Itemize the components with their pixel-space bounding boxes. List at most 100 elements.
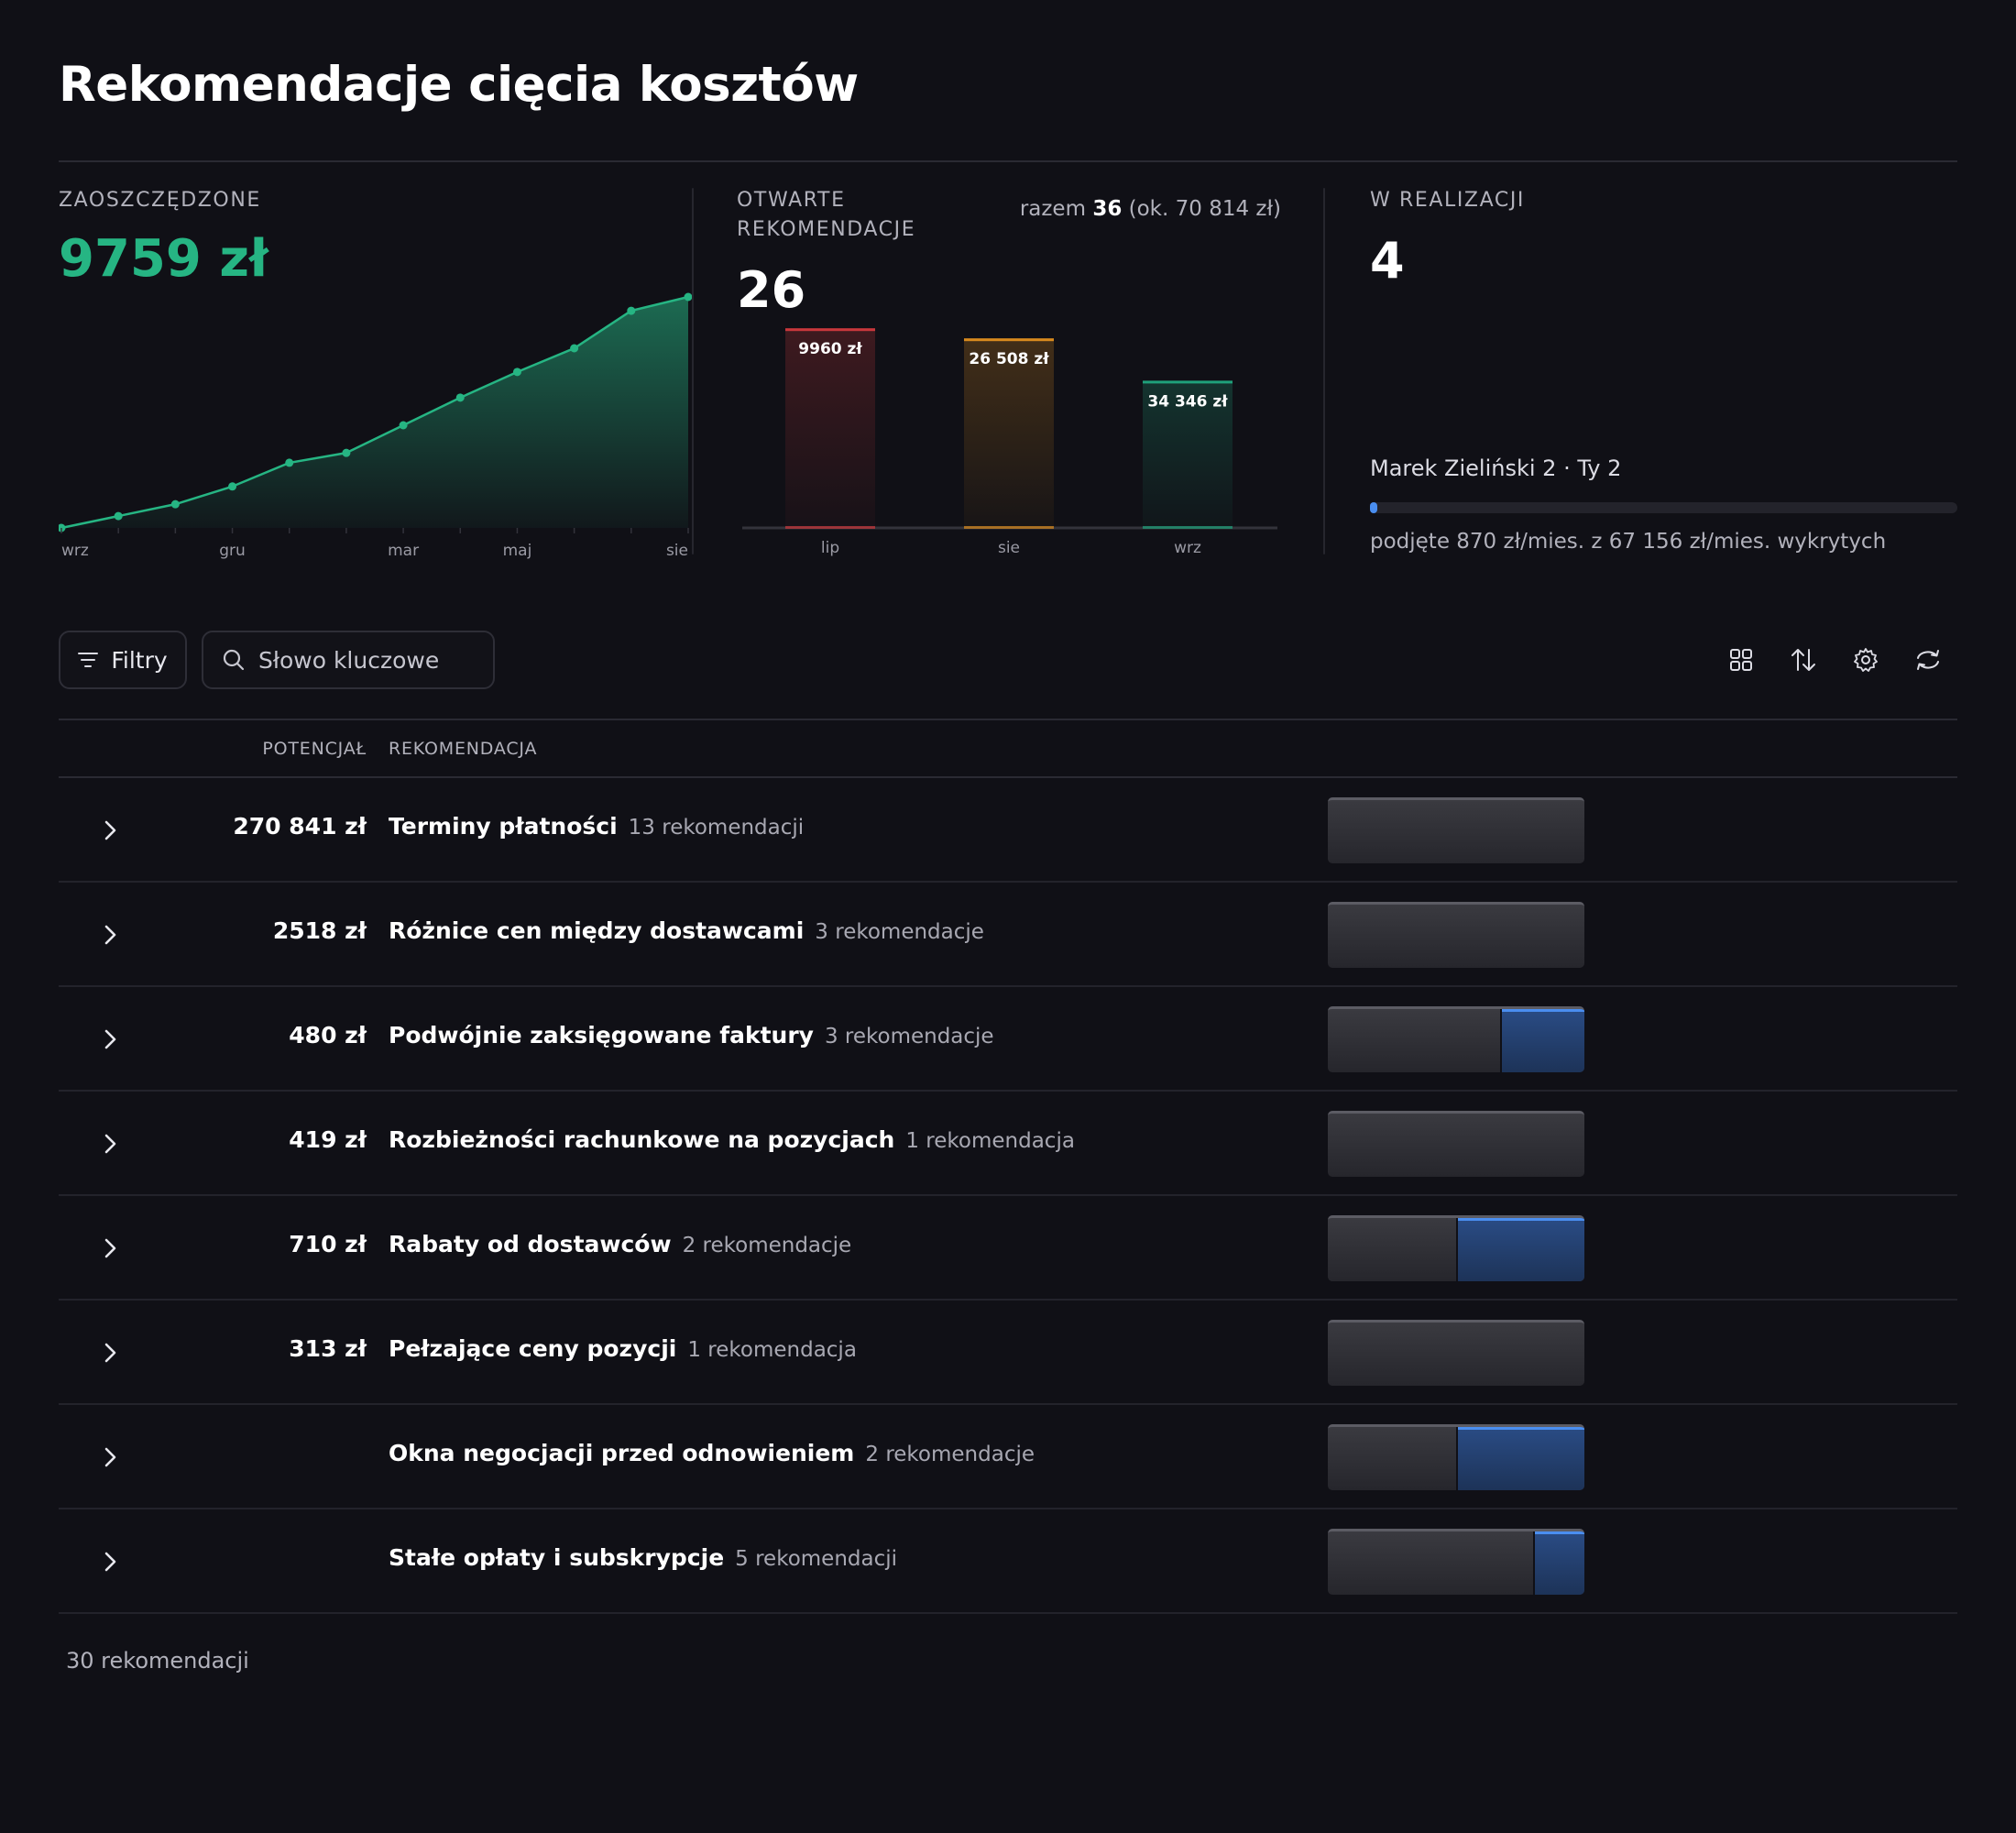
saved-point xyxy=(342,448,351,457)
row-potential: 480 zł xyxy=(289,1022,367,1048)
column-header-potential[interactable]: POTENCJAŁ xyxy=(262,739,367,759)
open-label-line2: REKOMENDACJE xyxy=(737,218,916,241)
recommendation-total: 30 rekomendacji xyxy=(66,1648,249,1674)
saved-point xyxy=(399,421,408,430)
status-bar-in-progress xyxy=(1499,1009,1584,1072)
table-row[interactable]: Stałe opłaty i subskrypcje 5 rekomendacji xyxy=(59,1509,1957,1614)
row-name: Rabaty od dostawców xyxy=(389,1231,672,1257)
status-bar xyxy=(1328,902,1584,968)
status-bar-in-progress xyxy=(1533,1531,1584,1595)
open-bar-top xyxy=(964,338,1054,342)
saved-point xyxy=(228,482,237,491)
savings-progress-text: podjęte 870 zł/mies. z 67 156 zł/mies. w… xyxy=(1370,530,1887,554)
saved-point xyxy=(285,458,294,467)
column-header-recommendation[interactable]: REKOMENDACJA xyxy=(389,739,537,759)
search-input[interactable] xyxy=(258,646,469,674)
row-potential: 2518 zł xyxy=(272,917,367,944)
open-bar-month: wrz xyxy=(1174,539,1201,557)
saved-point xyxy=(512,368,521,377)
row-count: 13 rekomendacji xyxy=(628,816,805,840)
saved-x-label: sie xyxy=(666,542,688,560)
status-bar xyxy=(1328,797,1584,863)
open-bar-base xyxy=(964,526,1054,529)
expand-row-button[interactable] xyxy=(92,1125,128,1162)
chevron-right-icon xyxy=(104,925,116,945)
saved-x-label: wrz xyxy=(61,542,89,560)
chevron-right-icon xyxy=(104,1552,116,1572)
expand-row-button[interactable] xyxy=(92,1439,128,1476)
kpi-separator xyxy=(692,188,694,554)
status-bar xyxy=(1328,1006,1584,1072)
page-title: Rekomendacje cięcia kosztów xyxy=(59,57,859,113)
row-title[interactable]: Stałe opłaty i subskrypcje 5 rekomendacji xyxy=(389,1544,897,1571)
table-row[interactable]: 419 zł Rozbieżności rachunkowe na pozycja… xyxy=(59,1092,1957,1196)
row-title[interactable]: Rabaty od dostawców 2 rekomendacje xyxy=(389,1231,851,1257)
row-title[interactable]: Podwójnie zaksięgowane faktury 3 rekomend… xyxy=(389,1022,994,1048)
kpi-separator xyxy=(1323,188,1325,554)
row-potential: 710 zł xyxy=(289,1231,367,1257)
expand-row-button[interactable] xyxy=(92,1334,128,1371)
expand-row-button[interactable] xyxy=(92,916,128,953)
open-total-prefix: razem xyxy=(1019,197,1086,221)
expand-row-button[interactable] xyxy=(92,812,128,849)
status-bar xyxy=(1328,1424,1584,1490)
open-bar-label: 9960 zł xyxy=(798,340,862,358)
open-total: razem 36 (ok. 70 814 zł) xyxy=(1020,197,1281,221)
table-row[interactable]: 270 841 zł Terminy płatności 13 rekomendac… xyxy=(59,778,1957,883)
toolbar-divider xyxy=(59,719,1957,720)
row-count: 2 rekomendacje xyxy=(865,1443,1035,1466)
row-title[interactable]: Okna negocjacji przed odnowieniem 2 rekom… xyxy=(389,1440,1035,1466)
gear-icon xyxy=(1854,648,1878,672)
row-count: 1 rekomendacja xyxy=(905,1129,1075,1153)
row-title[interactable]: Rozbieżności rachunkowe na pozycjach 1 re… xyxy=(389,1126,1075,1153)
table-row[interactable]: 710 zł Rabaty od dostawców 2 rekomendacje xyxy=(59,1196,1957,1301)
chevron-right-icon xyxy=(104,1343,116,1363)
header-divider xyxy=(59,160,1957,162)
row-potential: 270 841 zł xyxy=(233,813,367,840)
row-title[interactable]: Terminy płatności 13 rekomendacji xyxy=(389,813,804,840)
in-progress-label: W REALIZACJI xyxy=(1370,189,1525,212)
row-title[interactable]: Pełzające ceny pozycji 1 rekomendacja xyxy=(389,1335,857,1362)
row-potential: 419 zł xyxy=(289,1126,367,1153)
table-row[interactable]: 313 zł Pełzające ceny pozycji 1 rekomendac… xyxy=(59,1301,1957,1405)
open-bar-top xyxy=(785,328,875,332)
saved-point xyxy=(170,499,180,509)
open-label: OTWARTE REKOMENDACJE xyxy=(737,186,915,245)
saved-point xyxy=(455,393,465,402)
filter-icon xyxy=(78,653,99,667)
table-row[interactable]: 2518 zł Różnice cen między dostawcami 3 re… xyxy=(59,883,1957,987)
status-bar xyxy=(1328,1111,1584,1177)
expand-row-button[interactable] xyxy=(92,1230,128,1267)
filters-button[interactable]: Filtry xyxy=(59,631,187,689)
status-bar xyxy=(1328,1529,1584,1595)
chevron-right-icon xyxy=(104,1134,116,1154)
table-row[interactable]: Okna negocjacji przed odnowieniem 2 rekom… xyxy=(59,1405,1957,1509)
filters-label: Filtry xyxy=(111,646,168,674)
row-name: Podwójnie zaksięgowane faktury xyxy=(389,1022,814,1048)
settings-button[interactable] xyxy=(1847,642,1884,678)
open-value: 26 xyxy=(737,261,806,319)
refresh-button[interactable] xyxy=(1910,642,1946,678)
saved-x-label: gru xyxy=(219,542,246,560)
row-potential: 313 zł xyxy=(289,1335,367,1362)
expand-row-button[interactable] xyxy=(92,1543,128,1580)
row-name: Terminy płatności xyxy=(389,813,618,840)
grid-view-button[interactable] xyxy=(1723,642,1759,678)
open-total-count: 36 xyxy=(1092,197,1123,221)
table-row[interactable]: 480 zł Podwójnie zaksięgowane faktury 3 re… xyxy=(59,987,1957,1092)
open-bar-base xyxy=(1143,526,1233,529)
grid-icon xyxy=(1730,649,1752,671)
saved-point xyxy=(114,511,123,521)
open-total-suffix: (ok. 70 814 zł) xyxy=(1128,197,1281,221)
saved-x-label: maj xyxy=(503,542,532,560)
search-icon xyxy=(223,649,245,671)
sort-button[interactable] xyxy=(1785,642,1822,678)
assignee-summary: Marek Zieliński 2 · Ty 2 xyxy=(1370,456,1622,481)
open-bars-chart: 9960 zł lip 26 508 zł sie 34 346 zł wrz xyxy=(742,328,1277,557)
expand-row-button[interactable] xyxy=(92,1021,128,1058)
row-count: 5 rekomendacji xyxy=(735,1547,898,1571)
row-title[interactable]: Różnice cen między dostawcami 3 rekomenda… xyxy=(389,917,984,944)
open-bar-top xyxy=(1143,380,1233,384)
open-bar-label: 26 508 zł xyxy=(969,350,1049,368)
search-field[interactable] xyxy=(202,631,495,689)
